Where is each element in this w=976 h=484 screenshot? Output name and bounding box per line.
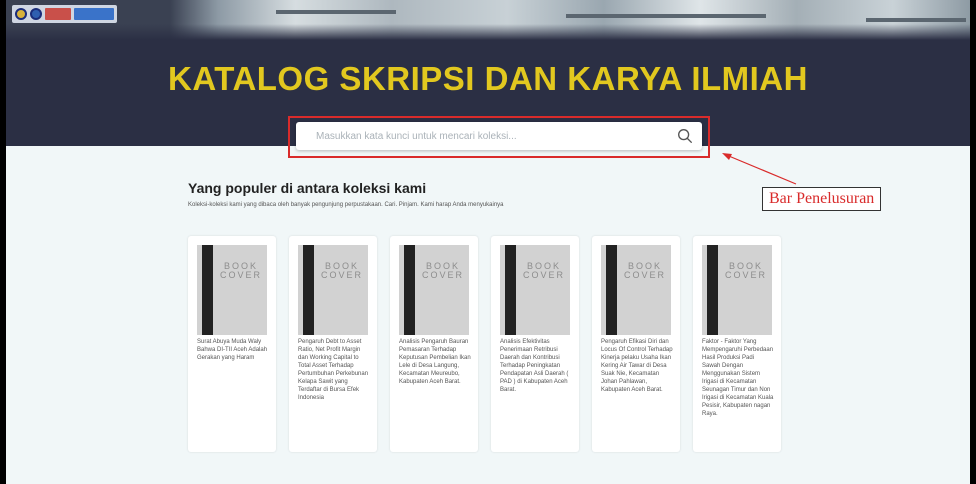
book-title[interactable]: Pengaruh Efikasi Diri dan Locus Of Contr…	[601, 338, 673, 394]
page-title: KATALOG SKRIPSI DAN KARYA ILMIAH	[168, 60, 808, 97]
annotation-label: Bar Penelusuran	[762, 187, 882, 211]
book-title[interactable]: Surat Abuya Muda Waly Bahwa DI-TII Aceh …	[197, 338, 269, 362]
building-roof-shape	[566, 14, 766, 18]
browser-viewport: KATALOG SKRIPSI DAN KARYA ILMIAH Bar Pen…	[6, 0, 970, 484]
book-title[interactable]: Faktor - Faktor Yang Mempengaruhi Perbed…	[702, 338, 774, 418]
popular-section-heading: Yang populer di antara koleksi kami	[188, 180, 427, 196]
book-title[interactable]: Pengaruh Debt to Asset Ratio, Net Profit…	[298, 338, 370, 402]
emblem-logo-icon	[30, 8, 42, 20]
book-spine	[505, 245, 516, 335]
merdeka-logo-icon	[45, 8, 71, 20]
book-title[interactable]: Analisis Pengaruh Bauran Pemasaran Terha…	[399, 338, 471, 386]
institution-logo-icon[interactable]	[12, 5, 117, 23]
book-cover-image: BOOK COVER	[702, 245, 772, 335]
book-title[interactable]: Analisis Efektivitas Penerimaan Retribus…	[500, 338, 572, 394]
book-cover-label: BOOK COVER	[724, 261, 767, 280]
campus-photo-strip	[6, 0, 970, 40]
popular-section-subtitle: Koleksi-koleksi kami yang dibaca oleh ba…	[188, 202, 504, 208]
book-cover-label: BOOK COVER	[219, 261, 262, 280]
book-spine	[404, 245, 415, 335]
book-cover-image: BOOK COVER	[197, 245, 267, 335]
book-card[interactable]: BOOK COVER Analisis Pengaruh Bauran Pema…	[390, 236, 478, 452]
book-cover-image: BOOK COVER	[601, 245, 671, 335]
book-spine	[707, 245, 718, 335]
book-cover-label: BOOK COVER	[522, 261, 565, 280]
book-cover-image: BOOK COVER	[399, 245, 469, 335]
book-card[interactable]: BOOK COVER Pengaruh Debt to Asset Ratio,…	[289, 236, 377, 452]
book-card[interactable]: BOOK COVER Surat Abuya Muda Waly Bahwa D…	[188, 236, 276, 452]
book-card[interactable]: BOOK COVER Faktor - Faktor Yang Mempenga…	[693, 236, 781, 452]
book-cover-label: BOOK COVER	[623, 261, 666, 280]
kampus-logo-icon	[74, 8, 114, 20]
book-card[interactable]: BOOK COVER Pengaruh Efikasi Diri dan Loc…	[592, 236, 680, 452]
book-spine	[303, 245, 314, 335]
book-card[interactable]: BOOK COVER Analisis Efektivitas Penerima…	[491, 236, 579, 452]
building-roof-shape	[866, 18, 966, 22]
book-cover-image: BOOK COVER	[500, 245, 570, 335]
building-roof-shape	[276, 10, 396, 14]
book-spine	[606, 245, 617, 335]
book-spine	[202, 245, 213, 335]
book-cover-label: BOOK COVER	[421, 261, 464, 280]
book-cover-label: BOOK COVER	[320, 261, 363, 280]
book-cover-image: BOOK COVER	[298, 245, 368, 335]
emblem-logo-icon	[15, 8, 27, 20]
search-annotation-box	[288, 116, 710, 158]
